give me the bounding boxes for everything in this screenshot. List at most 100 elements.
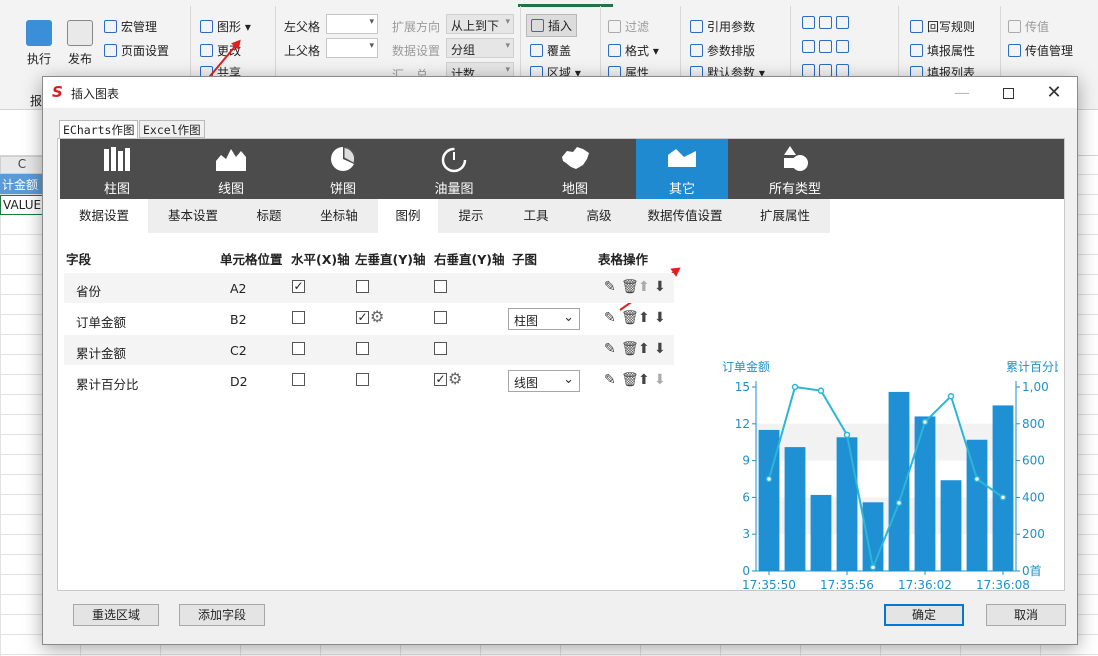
macro-icon xyxy=(104,20,117,33)
chart-type-gauge[interactable]: 油量图 xyxy=(398,139,510,199)
delete-icon[interactable]: 🗑 xyxy=(621,341,639,357)
move-up-icon[interactable]: ⬆ xyxy=(638,279,650,295)
maximize-button[interactable] xyxy=(985,77,1031,108)
col-header-x: 水平(X)轴 xyxy=(291,252,350,267)
execute-button[interactable]: 执行 xyxy=(24,20,54,67)
format-button[interactable]: 格式 ▾ xyxy=(608,42,659,59)
line-point xyxy=(947,392,955,400)
x-axis-checkbox[interactable] xyxy=(292,311,305,324)
move-down-icon[interactable]: ⬇ xyxy=(654,310,666,326)
tab-data-settings[interactable]: 数据设置 xyxy=(60,199,148,233)
tab-title[interactable]: 标题 xyxy=(238,199,300,233)
graph-button[interactable]: 图形 ▾ xyxy=(200,18,251,35)
delete-icon[interactable]: 🗑 xyxy=(621,372,639,388)
left-parent-select[interactable] xyxy=(326,14,378,34)
tab-excel[interactable]: Excel作图 xyxy=(139,120,205,138)
move-down-icon[interactable]: ⬇ xyxy=(654,279,666,295)
writeback-button[interactable]: 回写规则 xyxy=(910,18,975,35)
subchart-select[interactable]: 柱图 ⌄ xyxy=(508,308,580,330)
right-y-checkbox[interactable] xyxy=(434,342,447,355)
right-y-checkbox[interactable] xyxy=(434,311,447,324)
column-header-c[interactable]: C xyxy=(0,156,44,174)
right-y-checkbox[interactable] xyxy=(434,280,447,293)
top-parent-select[interactable] xyxy=(326,38,378,58)
bar xyxy=(862,502,884,571)
insert-button[interactable]: 插入 xyxy=(526,14,578,37)
data-setting-select[interactable]: 分组 xyxy=(446,38,514,58)
subchart-value: 线图 xyxy=(514,376,539,390)
x-tick-label: 17:36:08 xyxy=(976,578,1030,592)
line-point xyxy=(817,387,825,394)
cell-position: A2 xyxy=(230,281,247,296)
left-y-checkbox[interactable] xyxy=(356,373,369,386)
control-icons-row2[interactable] xyxy=(802,40,853,54)
chart-type-bar-chart[interactable]: 柱图 xyxy=(60,139,174,199)
tab-tooltip[interactable]: 提示 xyxy=(438,199,504,233)
right-y-checkbox[interactable]: ✓ xyxy=(434,373,447,386)
minimize-button[interactable]: — xyxy=(939,77,985,108)
tab-advanced[interactable]: 高级 xyxy=(568,199,630,233)
pass-value-button[interactable]: 传值 xyxy=(1008,18,1049,35)
x-axis-checkbox[interactable] xyxy=(292,342,305,355)
left-y-checkbox[interactable]: ✓ xyxy=(356,311,369,324)
right-tick-label: 800 xyxy=(1022,417,1045,431)
page-setup-button[interactable]: 页面设置 xyxy=(104,42,169,59)
subchart-select[interactable]: 线图 ⌄ xyxy=(508,370,580,392)
gear-icon[interactable]: ⚙ xyxy=(448,369,462,388)
param-layout-button[interactable]: 参数排版 xyxy=(690,42,755,59)
macro-button[interactable]: 宏管理 xyxy=(104,18,157,35)
chart-type-line-chart[interactable]: 线图 xyxy=(174,139,288,199)
close-button[interactable]: ✕ xyxy=(1031,77,1077,108)
expand-dir-select[interactable]: 从上到下 xyxy=(446,14,514,34)
gear-icon[interactable]: ⚙ xyxy=(370,307,384,326)
add-field-button[interactable]: 添加字段 xyxy=(179,604,265,626)
pass-value-mgmt-button[interactable]: 传值管理 xyxy=(1008,42,1073,59)
edit-icon[interactable]: ✎ xyxy=(604,341,616,357)
move-up-icon[interactable]: ⬆ xyxy=(638,341,650,357)
left-y-checkbox[interactable] xyxy=(356,342,369,355)
move-up-icon[interactable]: ⬆ xyxy=(638,372,650,388)
cell-icon xyxy=(819,16,832,29)
edit-icon[interactable]: ✎ xyxy=(604,279,616,295)
x-axis-checkbox[interactable] xyxy=(292,373,305,386)
move-down-icon[interactable]: ⬇ xyxy=(654,341,666,357)
writeback-label: 回写规则 xyxy=(927,20,976,34)
tab-legend[interactable]: 图例 xyxy=(378,199,438,233)
left-y-checkbox[interactable] xyxy=(356,280,369,293)
delete-icon[interactable]: 🗑 xyxy=(621,310,639,326)
tab-data-pass[interactable]: 数据传值设置 xyxy=(630,199,740,233)
line-point xyxy=(895,499,903,507)
dialog-titlebar[interactable]: S 插入图表 — ✕ xyxy=(43,77,1077,108)
tab-tools[interactable]: 工具 xyxy=(504,199,568,233)
ok-button[interactable]: 确定 xyxy=(884,604,964,626)
cover-button[interactable]: 覆盖 xyxy=(530,42,571,59)
cancel-button[interactable]: 取消 xyxy=(986,604,1066,626)
image-icon xyxy=(802,40,815,53)
pass-value-mgmt-icon xyxy=(1008,44,1021,57)
ref-param-button[interactable]: 引用参数 xyxy=(690,18,755,35)
delete-icon[interactable]: 🗑 xyxy=(621,279,639,295)
chart-type-map[interactable]: 地图 xyxy=(510,139,640,199)
chart-type-pie-chart[interactable]: 饼图 xyxy=(288,139,398,199)
move-up-icon[interactable]: ⬆ xyxy=(638,310,650,326)
reselect-region-button[interactable]: 重选区域 xyxy=(73,604,159,626)
tab-echarts[interactable]: ECharts作图 xyxy=(59,120,139,139)
control-icons-row1[interactable] xyxy=(802,16,853,30)
edit-icon[interactable]: ✎ xyxy=(604,310,616,326)
right-tick-label: 1,00 xyxy=(1022,380,1049,394)
chart-type-all[interactable]: 所有类型 xyxy=(728,139,862,199)
table-row: 累计百分比 D2 ✓ ⚙ 线图 ⌄ ✎ 🗑 ⬆ ⬇ xyxy=(64,366,674,396)
table-row: 累计金额 C2 ✎ 🗑 ⬆ ⬇ xyxy=(64,335,674,365)
cell-c1[interactable]: 计金额 xyxy=(0,174,44,194)
filter-button[interactable]: 过滤 xyxy=(608,18,649,35)
fill-attr-button[interactable]: 填报属性 xyxy=(910,42,975,59)
chart-type-other[interactable]: 其它 xyxy=(636,139,728,199)
cell-c2[interactable]: VALUE! xyxy=(0,195,44,215)
tab-axis[interactable]: 坐标轴 xyxy=(300,199,378,233)
x-axis-checkbox[interactable]: ✓ xyxy=(292,280,305,293)
move-down-icon[interactable]: ⬇ xyxy=(654,372,666,388)
edit-icon[interactable]: ✎ xyxy=(604,372,616,388)
tab-extended-attrs[interactable]: 扩展属性 xyxy=(740,199,830,233)
publish-button[interactable]: 发布 xyxy=(64,20,96,67)
tab-basic-settings[interactable]: 基本设置 xyxy=(148,199,238,233)
